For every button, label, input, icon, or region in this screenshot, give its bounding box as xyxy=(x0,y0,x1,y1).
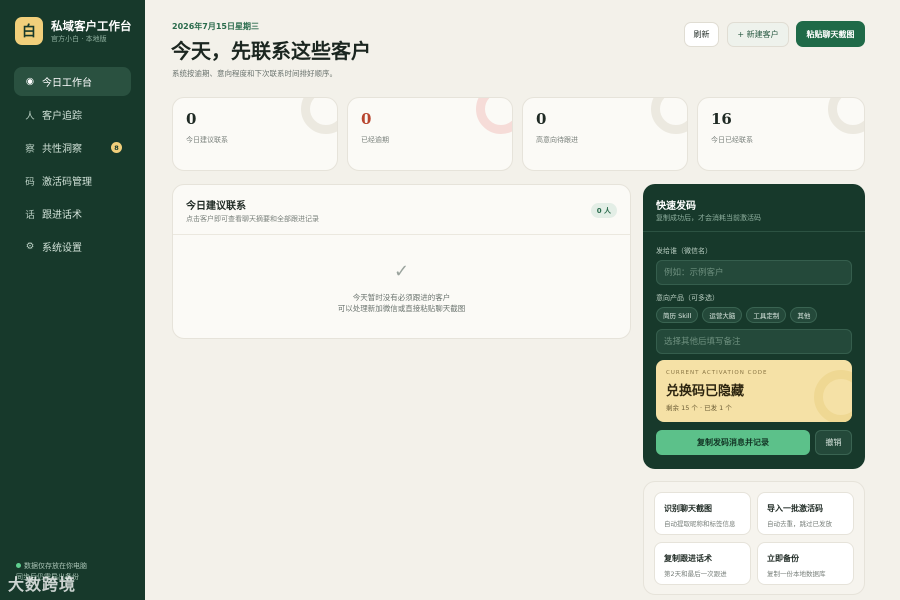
shortcut-recognize-screenshot[interactable]: 识别聊天截图 自动提取昵称和标签信息 xyxy=(654,492,751,535)
dashboard-icon: ◉ xyxy=(25,76,35,87)
quick-code-card: 快速发码 复制成功后，才会消耗当前激活码 发给谁（微信名） 意向产品（可多选） … xyxy=(643,184,865,469)
activation-code-box: CURRENT ACTIVATION CODE 兑换码已隐藏 剩余 15 个 ·… xyxy=(656,360,852,422)
empty-state-text: 今天暂时没有必须跟进的客户 可以处理新加微信或直接粘贴聊天截图 xyxy=(173,292,630,314)
sidebar-item-label: 共性洞察 xyxy=(42,144,82,155)
footer-line-1: 数据仅存放在你电脑 xyxy=(24,562,87,570)
shortcut-subtitle: 复制一份本地数据库 xyxy=(767,570,826,578)
sidebar-item-dashboard[interactable]: ◉ 今日工作台 xyxy=(14,67,131,96)
product-chip-ops-brain[interactable]: 运营大脑 xyxy=(702,307,743,323)
stat-value: 0 xyxy=(186,110,197,128)
page-subtitle: 系统按逾期、意向程度和下次联系时间排好顺序。 xyxy=(172,69,337,78)
shortcuts-panel: 识别聊天截图 自动提取昵称和标签信息 导入一批激活码 自动去重，跳过已发放 复制… xyxy=(643,481,865,595)
stat-card-suggested: 0 今日建议联系 xyxy=(172,97,338,171)
stat-card-high-intent: 0 高意向待跟进 xyxy=(522,97,688,171)
divider xyxy=(173,234,630,235)
sidebar-item-label: 系统设置 xyxy=(42,243,82,254)
watermark: 大数跨境 xyxy=(8,575,77,594)
panel-subtitle: 点击客户即可查看聊天摘要和全部跟进记录 xyxy=(186,215,319,223)
shortcut-backup-now[interactable]: 立即备份 复制一份本地数据库 xyxy=(757,542,854,585)
product-chip-other[interactable]: 其他 xyxy=(790,307,818,323)
shortcut-import-codes[interactable]: 导入一批激活码 自动去重，跳过已发放 xyxy=(757,492,854,535)
sidebar-item-label: 跟进话术 xyxy=(42,210,82,221)
script-icon: 话 xyxy=(25,209,35,221)
note-input[interactable] xyxy=(656,329,852,354)
contact-count-badge: 0 人 xyxy=(590,203,617,218)
stat-label: 高意向待跟进 xyxy=(536,136,578,144)
paste-screenshot-button[interactable]: 粘贴聊天截图 xyxy=(796,21,865,47)
stat-value: 0 xyxy=(361,110,372,128)
product-label: 意向产品（可多选） xyxy=(656,294,719,302)
empty-line-2: 可以处理新加微信或直接粘贴聊天截图 xyxy=(337,304,466,313)
shortcut-title: 立即备份 xyxy=(767,554,799,563)
decorative-ring xyxy=(651,98,687,134)
sidebar-item-scripts[interactable]: 话 跟进话术 xyxy=(14,199,131,228)
stat-card-contacted: 16 今日已经联系 xyxy=(697,97,865,171)
stat-value: 16 xyxy=(711,110,732,128)
stat-card-overdue: 0 已经逾期 xyxy=(347,97,513,171)
new-customer-button[interactable]: + 新建客户 xyxy=(727,22,789,47)
page-title: 今天，先联系这些客户 xyxy=(171,39,371,63)
decorative-ring xyxy=(814,370,852,422)
status-dot-icon xyxy=(16,563,21,568)
code-status: 兑换码已隐藏 xyxy=(666,384,745,399)
shortcut-subtitle: 自动去重，跳过已发放 xyxy=(767,520,832,528)
sidebar-nav: ◉ 今日工作台 人 客户追踪 察 共性洞察 8 码 激活码管理 话 跟进话术 ⚙… xyxy=(14,67,131,265)
app-logo: 白 xyxy=(15,17,43,45)
sidebar-item-label: 激活码管理 xyxy=(42,177,92,188)
sidebar-item-settings[interactable]: ⚙ 系统设置 xyxy=(14,232,131,261)
undo-button[interactable]: 撤销 xyxy=(815,430,852,455)
shortcut-title: 复制跟进话术 xyxy=(664,554,712,563)
recipient-input[interactable] xyxy=(656,260,852,285)
sidebar: 白 私域客户工作台 官方小白 · 本地版 ◉ 今日工作台 人 客户追踪 察 共性… xyxy=(0,0,145,600)
refresh-button[interactable]: 刷新 xyxy=(684,22,719,47)
gear-icon: ⚙ xyxy=(25,241,35,252)
shortcut-title: 识别聊天截图 xyxy=(664,504,712,513)
stat-value: 0 xyxy=(536,110,547,128)
sidebar-item-label: 客户追踪 xyxy=(42,111,82,122)
person-icon: 人 xyxy=(25,110,35,122)
quick-code-title: 快速发码 xyxy=(656,201,696,212)
stat-label: 今日已经联系 xyxy=(711,136,753,144)
brand-title: 私域客户工作台 xyxy=(51,18,132,33)
sidebar-item-insights[interactable]: 察 共性洞察 8 xyxy=(14,133,131,162)
shortcut-copy-scripts[interactable]: 复制跟进话术 第2天和最后一次跟进 xyxy=(654,542,751,585)
sidebar-item-label: 今日工作台 xyxy=(42,78,92,89)
insights-count-badge: 8 xyxy=(111,142,122,153)
brand: 白 私域客户工作台 官方小白 · 本地版 xyxy=(15,17,132,45)
stat-label: 今日建议联系 xyxy=(186,136,228,144)
sidebar-item-codes[interactable]: 码 激活码管理 xyxy=(14,166,131,195)
today-contacts-panel: 今日建议联系 点击客户即可查看聊天摘要和全部跟进记录 0 人 ✓ 今天暂时没有必… xyxy=(172,184,631,339)
checkmark-icon: ✓ xyxy=(393,261,410,282)
product-chip-tool-custom[interactable]: 工具定制 xyxy=(746,307,787,323)
empty-line-1: 今天暂时没有必须跟进的客户 xyxy=(352,293,451,302)
panel-title: 今日建议联系 xyxy=(186,201,246,212)
quick-code-subtitle: 复制成功后，才会消耗当前激活码 xyxy=(656,214,761,222)
shortcut-subtitle: 第2天和最后一次跟进 xyxy=(664,570,727,578)
product-chips: 简历 Skill 运营大脑 工具定制 其他 xyxy=(656,307,821,323)
recipient-label: 发给谁（微信名） xyxy=(656,247,712,255)
insight-icon: 察 xyxy=(25,143,35,155)
sidebar-item-customers[interactable]: 人 客户追踪 xyxy=(14,100,131,129)
decorative-ring xyxy=(301,98,337,134)
code-remaining: 剩余 15 个 · 已发 1 个 xyxy=(666,404,732,412)
decorative-ring xyxy=(828,98,864,134)
stat-label: 已经逾期 xyxy=(361,136,389,144)
shortcut-subtitle: 自动提取昵称和标签信息 xyxy=(664,520,736,528)
code-label: CURRENT ACTIVATION CODE xyxy=(666,370,768,376)
copy-and-record-button[interactable]: 复制发码消息并记录 xyxy=(656,430,810,455)
decorative-ring xyxy=(476,98,512,134)
current-date: 2026年7月15日星期三 xyxy=(172,22,259,31)
code-icon: 码 xyxy=(25,176,35,188)
shortcut-title: 导入一批激活码 xyxy=(767,504,823,513)
divider xyxy=(643,231,865,232)
brand-subtitle: 官方小白 · 本地版 xyxy=(51,34,107,43)
product-chip-resume[interactable]: 简历 Skill xyxy=(656,307,699,323)
